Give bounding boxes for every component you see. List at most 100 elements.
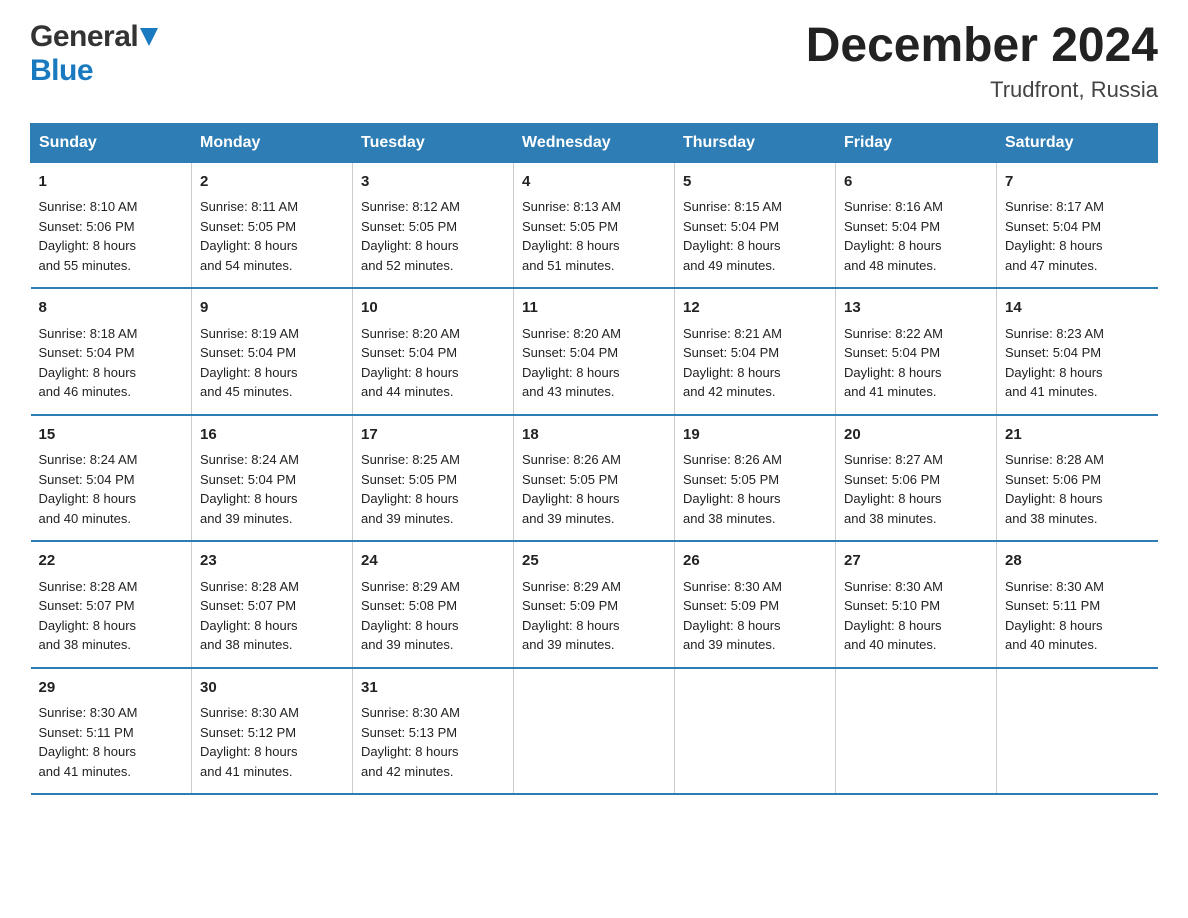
day-info: Sunrise: 8:24 AMSunset: 5:04 PMDaylight:… <box>200 450 344 528</box>
col-header-thursday: Thursday <box>675 123 836 162</box>
day-number: 3 <box>361 171 505 194</box>
day-number: 26 <box>683 550 827 573</box>
calendar-week-row: 15 Sunrise: 8:24 AMSunset: 5:04 PMDayligh… <box>31 415 1158 542</box>
day-number: 16 <box>200 424 344 447</box>
day-info: Sunrise: 8:19 AMSunset: 5:04 PMDaylight:… <box>200 324 344 402</box>
calendar-cell: 31 Sunrise: 8:30 AMSunset: 5:13 PMDayligh… <box>353 668 514 795</box>
col-header-saturday: Saturday <box>997 123 1158 162</box>
day-info: Sunrise: 8:29 AMSunset: 5:09 PMDaylight:… <box>522 577 666 655</box>
day-info: Sunrise: 8:25 AMSunset: 5:05 PMDaylight:… <box>361 450 505 528</box>
calendar-cell: 2 Sunrise: 8:11 AMSunset: 5:05 PMDaylight… <box>192 162 353 288</box>
day-info: Sunrise: 8:18 AMSunset: 5:04 PMDaylight:… <box>39 324 184 402</box>
day-number: 7 <box>1005 171 1150 194</box>
calendar-cell: 15Sunrise: 8:24 AMSunset: 5:04 PMDayligh… <box>31 415 192 542</box>
day-number: 23 <box>200 550 344 573</box>
calendar-cell: 7 Sunrise: 8:17 AMSunset: 5:04 PMDaylight… <box>997 162 1158 288</box>
calendar-cell: 20Sunrise: 8:27 AMSunset: 5:06 PMDayligh… <box>836 415 997 542</box>
day-number: 24 <box>361 550 505 573</box>
day-info: Sunrise: 8:28 AMSunset: 5:06 PMDaylight:… <box>1005 450 1150 528</box>
logo-blue-text: Blue <box>30 54 93 87</box>
calendar-cell: 17 Sunrise: 8:25 AMSunset: 5:05 PMDayligh… <box>353 415 514 542</box>
day-info: Sunrise: 8:22 AMSunset: 5:04 PMDaylight:… <box>844 324 988 402</box>
calendar-cell <box>836 668 997 795</box>
day-info: Sunrise: 8:17 AMSunset: 5:04 PMDaylight:… <box>1005 197 1150 275</box>
day-number: 8 <box>39 297 184 320</box>
calendar-cell <box>514 668 675 795</box>
calendar-cell: 3 Sunrise: 8:12 AMSunset: 5:05 PMDaylight… <box>353 162 514 288</box>
calendar-week-row: 29 Sunrise: 8:30 AMSunset: 5:11 PMDayligh… <box>31 668 1158 795</box>
day-number: 18 <box>522 424 666 447</box>
logo-triangle-icon <box>140 28 158 51</box>
day-number: 28 <box>1005 550 1150 573</box>
calendar-cell: 27 Sunrise: 8:30 AMSunset: 5:10 PMDayligh… <box>836 541 997 668</box>
calendar-cell: 13 Sunrise: 8:22 AMSunset: 5:04 PMDayligh… <box>836 288 997 415</box>
day-info: Sunrise: 8:20 AMSunset: 5:04 PMDaylight:… <box>522 324 666 402</box>
day-number: 29 <box>39 677 184 700</box>
day-number: 13 <box>844 297 988 320</box>
day-number: 25 <box>522 550 666 573</box>
title-block: December 2024 Trudfront, Russia <box>806 20 1158 103</box>
day-info: Sunrise: 8:30 AMSunset: 5:10 PMDaylight:… <box>844 577 988 655</box>
day-info: Sunrise: 8:30 AMSunset: 5:11 PMDaylight:… <box>39 703 184 781</box>
logo-general-text: General <box>30 20 138 54</box>
calendar-cell <box>675 668 836 795</box>
day-number: 11 <box>522 297 666 320</box>
day-number: 15 <box>39 424 184 447</box>
calendar-cell: 23 Sunrise: 8:28 AMSunset: 5:07 PMDayligh… <box>192 541 353 668</box>
page-title: December 2024 <box>806 20 1158 73</box>
page-subtitle: Trudfront, Russia <box>806 77 1158 103</box>
day-info: Sunrise: 8:20 AMSunset: 5:04 PMDaylight:… <box>361 324 505 402</box>
calendar-cell: 28Sunrise: 8:30 AMSunset: 5:11 PMDayligh… <box>997 541 1158 668</box>
day-number: 12 <box>683 297 827 320</box>
col-header-friday: Friday <box>836 123 997 162</box>
day-info: Sunrise: 8:10 AMSunset: 5:06 PMDaylight:… <box>39 197 184 275</box>
calendar-week-row: 1 Sunrise: 8:10 AMSunset: 5:06 PMDaylight… <box>31 162 1158 288</box>
calendar-cell: 4Sunrise: 8:13 AMSunset: 5:05 PMDaylight… <box>514 162 675 288</box>
day-number: 17 <box>361 424 505 447</box>
day-info: Sunrise: 8:28 AMSunset: 5:07 PMDaylight:… <box>200 577 344 655</box>
calendar-cell: 19Sunrise: 8:26 AMSunset: 5:05 PMDayligh… <box>675 415 836 542</box>
calendar-cell: 18Sunrise: 8:26 AMSunset: 5:05 PMDayligh… <box>514 415 675 542</box>
day-number: 14 <box>1005 297 1150 320</box>
logo: General Blue <box>30 20 158 88</box>
calendar-cell: 24 Sunrise: 8:29 AMSunset: 5:08 PMDayligh… <box>353 541 514 668</box>
calendar-cell: 5 Sunrise: 8:15 AMSunset: 5:04 PMDaylight… <box>675 162 836 288</box>
calendar-cell: 10 Sunrise: 8:20 AMSunset: 5:04 PMDayligh… <box>353 288 514 415</box>
day-number: 31 <box>361 677 505 700</box>
day-number: 5 <box>683 171 827 194</box>
calendar-cell: 12Sunrise: 8:21 AMSunset: 5:04 PMDayligh… <box>675 288 836 415</box>
day-info: Sunrise: 8:16 AMSunset: 5:04 PMDaylight:… <box>844 197 988 275</box>
day-number: 27 <box>844 550 988 573</box>
day-info: Sunrise: 8:30 AMSunset: 5:13 PMDaylight:… <box>361 703 505 781</box>
calendar-cell: 21 Sunrise: 8:28 AMSunset: 5:06 PMDayligh… <box>997 415 1158 542</box>
calendar-cell: 6 Sunrise: 8:16 AMSunset: 5:04 PMDaylight… <box>836 162 997 288</box>
calendar-cell: 11 Sunrise: 8:20 AMSunset: 5:04 PMDayligh… <box>514 288 675 415</box>
day-info: Sunrise: 8:11 AMSunset: 5:05 PMDaylight:… <box>200 197 344 275</box>
day-info: Sunrise: 8:29 AMSunset: 5:08 PMDaylight:… <box>361 577 505 655</box>
calendar-week-row: 22 Sunrise: 8:28 AMSunset: 5:07 PMDayligh… <box>31 541 1158 668</box>
day-number: 21 <box>1005 424 1150 447</box>
day-number: 19 <box>683 424 827 447</box>
col-header-tuesday: Tuesday <box>353 123 514 162</box>
calendar-table: SundayMondayTuesdayWednesdayThursdayFrid… <box>30 123 1158 796</box>
calendar-header-row: SundayMondayTuesdayWednesdayThursdayFrid… <box>31 123 1158 162</box>
day-info: Sunrise: 8:12 AMSunset: 5:05 PMDaylight:… <box>361 197 505 275</box>
day-number: 9 <box>200 297 344 320</box>
calendar-week-row: 8 Sunrise: 8:18 AMSunset: 5:04 PMDaylight… <box>31 288 1158 415</box>
day-number: 30 <box>200 677 344 700</box>
calendar-cell: 25 Sunrise: 8:29 AMSunset: 5:09 PMDayligh… <box>514 541 675 668</box>
day-info: Sunrise: 8:30 AMSunset: 5:09 PMDaylight:… <box>683 577 827 655</box>
day-number: 22 <box>39 550 184 573</box>
day-number: 2 <box>200 171 344 194</box>
day-info: Sunrise: 8:27 AMSunset: 5:06 PMDaylight:… <box>844 450 988 528</box>
calendar-cell: 9 Sunrise: 8:19 AMSunset: 5:04 PMDaylight… <box>192 288 353 415</box>
calendar-cell: 30Sunrise: 8:30 AMSunset: 5:12 PMDayligh… <box>192 668 353 795</box>
col-header-sunday: Sunday <box>31 123 192 162</box>
day-number: 1 <box>39 171 184 194</box>
day-info: Sunrise: 8:15 AMSunset: 5:04 PMDaylight:… <box>683 197 827 275</box>
day-number: 10 <box>361 297 505 320</box>
calendar-cell: 29 Sunrise: 8:30 AMSunset: 5:11 PMDayligh… <box>31 668 192 795</box>
calendar-cell: 8 Sunrise: 8:18 AMSunset: 5:04 PMDaylight… <box>31 288 192 415</box>
calendar-cell: 16 Sunrise: 8:24 AMSunset: 5:04 PMDayligh… <box>192 415 353 542</box>
day-number: 6 <box>844 171 988 194</box>
